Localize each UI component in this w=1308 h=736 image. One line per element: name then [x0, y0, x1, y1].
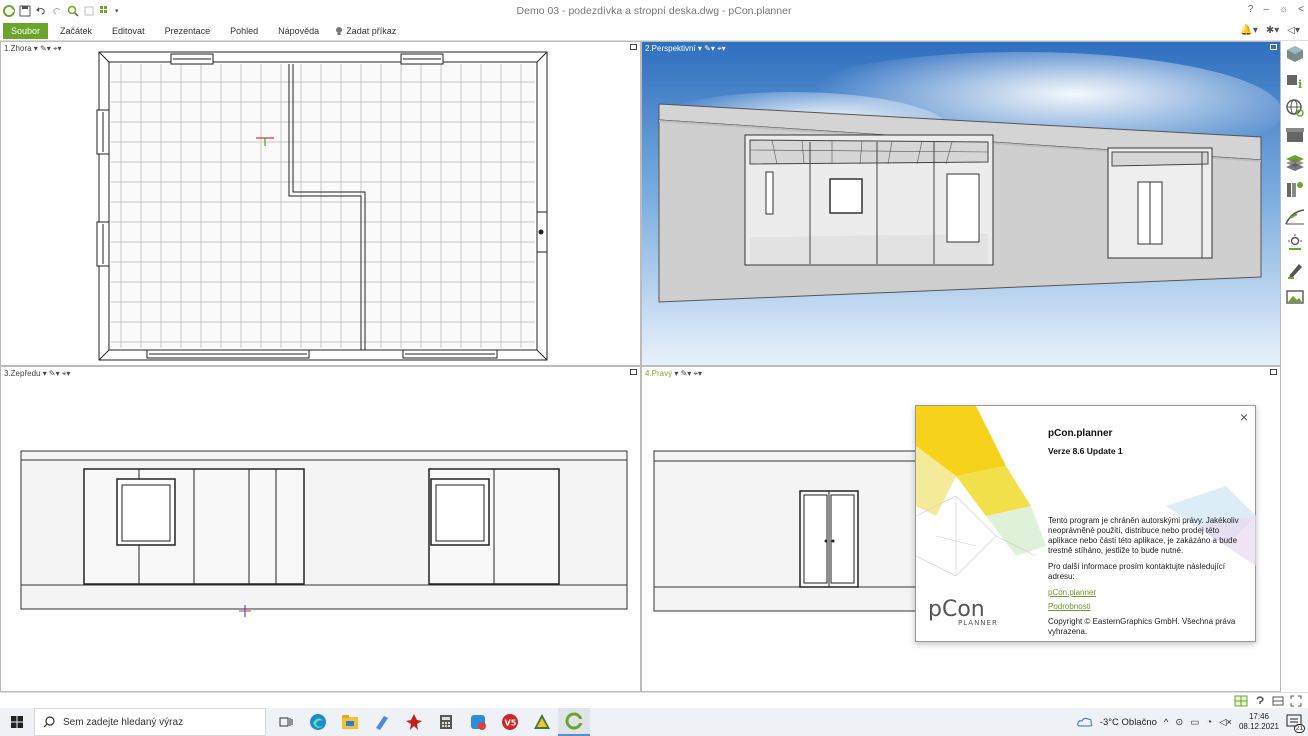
tab-soubor[interactable]: Soubor: [3, 23, 49, 39]
tray-chevron-icon[interactable]: ^: [1164, 717, 1168, 728]
edge-icon[interactable]: [302, 708, 334, 736]
theme-button[interactable]: ☼: [1279, 4, 1288, 15]
weather-text[interactable]: -3°C Oblačno: [1100, 717, 1157, 728]
layout-icon[interactable]: [1272, 695, 1284, 707]
system-tray: -3°C Oblačno ^ ⊙ ▭ ◔ ◁× 17:46 08.12.2021…: [1077, 708, 1308, 736]
viewport-perspective[interactable]: 2.Perspektivní ▾ ✎▾ ⌖▾: [641, 41, 1281, 366]
calculator-icon[interactable]: [430, 708, 462, 736]
volume-icon[interactable]: ◁×: [1219, 717, 1232, 728]
network-icon[interactable]: ▭: [1190, 717, 1199, 728]
tab-napoveda[interactable]: Nápověda: [270, 23, 327, 39]
ribbon-tabs: Soubor Začátek Editovat Prezentace Pohle…: [0, 22, 1308, 41]
svg-text:i: i: [1298, 78, 1302, 91]
command-search[interactable]: Zadat příkaz: [327, 23, 404, 39]
share-button[interactable]: <: [1298, 4, 1304, 15]
box-icon[interactable]: [1284, 124, 1305, 145]
front-elevation-drawing: [20, 450, 628, 617]
terrain-icon[interactable]: [1284, 205, 1305, 226]
v5-icon[interactable]: V5: [494, 708, 526, 736]
maximize-icon[interactable]: [1270, 369, 1277, 375]
material-icon[interactable]: [1284, 178, 1305, 199]
clock-date: 08.12.2021: [1238, 722, 1279, 731]
viewport-top-label[interactable]: 1.Zhora ▾ ✎▾ ⌖▾: [4, 44, 62, 54]
weather-icon[interactable]: [1077, 716, 1093, 728]
minimize-button[interactable]: –: [1263, 4, 1269, 15]
maximize-icon[interactable]: [630, 369, 637, 375]
about-contact: Pro další informace prosím kontaktujte n…: [1048, 562, 1225, 581]
snap-icon[interactable]: [1234, 695, 1248, 707]
share-icon[interactable]: ◁▾: [1287, 25, 1300, 36]
logo-sub: PLANNER: [958, 619, 998, 627]
tab-prezentace[interactable]: Prezentace: [157, 23, 219, 39]
notification-center-icon[interactable]: 21: [1286, 714, 1305, 733]
maximize-icon[interactable]: [630, 44, 637, 50]
draw-pen-icon[interactable]: [1284, 259, 1305, 280]
taskbar: Sem zadejte hledaný výraz V5 -3°C Oblačn…: [0, 708, 1308, 736]
ribbon-right-tools: 🔔▾ ✱▾ ◁▾: [1240, 25, 1300, 36]
image-icon[interactable]: [1284, 286, 1305, 307]
tab-zacatek[interactable]: Začátek: [52, 23, 100, 39]
viewport-front-label[interactable]: 3.Zepředu ▾ ✎▾ ⌖▾: [4, 369, 70, 379]
wifi-icon[interactable]: ◔: [1206, 717, 1212, 728]
status-bar: [0, 692, 1308, 708]
settings-icon[interactable]: ✱▾: [1266, 25, 1279, 36]
site-link[interactable]: pCon.planner: [1048, 588, 1096, 597]
details-link[interactable]: Podrobnosti: [1048, 602, 1091, 611]
about-notice: Tento program je chráněn autorskými práv…: [1048, 516, 1239, 555]
notepad-icon[interactable]: [366, 708, 398, 736]
notification-icon[interactable]: 🔔▾: [1240, 25, 1257, 36]
viewport-top[interactable]: 1.Zhora ▾ ✎▾ ⌖▾: [0, 41, 641, 366]
clock[interactable]: 17:46 08.12.2021: [1239, 712, 1279, 732]
start-button[interactable]: [0, 708, 34, 736]
close-button[interactable]: ×: [1240, 409, 1248, 425]
command-search-label: Zadat příkaz: [346, 26, 397, 36]
clock-time: 17:46: [1248, 712, 1269, 721]
svg-text:V5: V5: [505, 719, 517, 728]
app-red-icon[interactable]: [398, 708, 430, 736]
viewport-front[interactable]: 3.Zepředu ▾ ✎▾ ⌖▾: [0, 366, 641, 692]
light-icon[interactable]: [1284, 232, 1305, 253]
lightbulb-icon: [336, 27, 343, 35]
catalog-icon[interactable]: [1284, 43, 1305, 64]
about-copyright: Copyright © EasternGraphics GmbH. Všechn…: [1048, 617, 1236, 636]
floor-plan-drawing: [96, 51, 548, 361]
pcon-planner-taskbar-icon[interactable]: [558, 708, 590, 736]
viewport-perspective-label[interactable]: 2.Perspektivní ▾ ✎▾ ⌖▾: [645, 44, 726, 54]
windows-icon: [11, 716, 23, 728]
notification-count: 21: [1293, 724, 1305, 733]
about-graphic: pCon PLANNER: [916, 406, 1046, 627]
file-explorer-icon[interactable]: [334, 708, 366, 736]
layers-icon[interactable]: [1284, 151, 1305, 172]
about-version: Verze 8.6 Update 1: [1048, 446, 1123, 456]
about-title: pCon.planner: [1048, 428, 1113, 439]
app-triangle-icon[interactable]: [526, 708, 558, 736]
task-view-icon[interactable]: [270, 708, 302, 736]
window-title: Demo 03 - podezdívka a stropní deska.dwg…: [516, 5, 792, 17]
viewport-right-label[interactable]: 4.Pravý ▾ ✎▾ ⌖▾: [645, 369, 702, 379]
search-icon: [43, 716, 55, 728]
right-toolbar: i: [1281, 41, 1308, 693]
tab-pohled[interactable]: Pohled: [222, 23, 266, 39]
maximize-icon[interactable]: [1270, 44, 1277, 50]
help-icon[interactable]: [1254, 695, 1266, 707]
globe-search-icon[interactable]: [1284, 97, 1305, 118]
taskbar-search-placeholder: Sem zadejte hledaný výraz: [63, 716, 184, 728]
about-dialog: pCon PLANNER × pCon.planner Verze 8.6 Up…: [915, 405, 1256, 642]
tab-editovat[interactable]: Editovat: [104, 23, 153, 39]
taskbar-search[interactable]: Sem zadejte hledaný výraz: [34, 708, 266, 736]
tray-app-icon[interactable]: ⊙: [1175, 717, 1183, 728]
title-bar: ▾ Demo 03 - podezdívka a stropní deska.d…: [0, 0, 1308, 22]
window-controls: ? – ☼ <: [1248, 4, 1304, 15]
fullscreen-icon[interactable]: [1290, 695, 1302, 707]
object-info-icon[interactable]: i: [1284, 70, 1305, 91]
help-button[interactable]: ?: [1248, 4, 1254, 15]
perspective-render: [642, 42, 1280, 365]
teams-icon[interactable]: [462, 708, 494, 736]
